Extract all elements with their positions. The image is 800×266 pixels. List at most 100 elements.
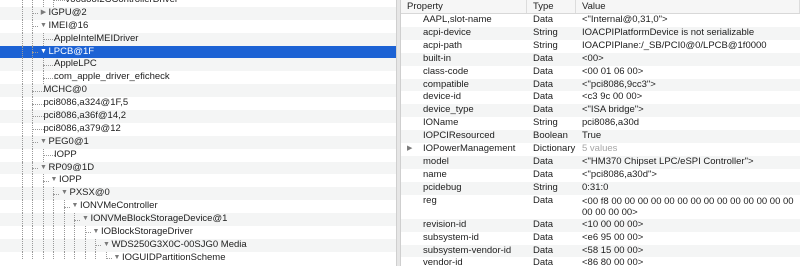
tree-row[interactable]: com_apple_driver_eficheck [0, 71, 396, 85]
column-header-type[interactable]: Type [527, 0, 576, 13]
tree-row[interactable]: ▼ RP09@1D [0, 162, 396, 175]
tree-row[interactable]: MCHC@0 [0, 84, 396, 98]
tree-guide-line [32, 174, 33, 188]
property-type-cell: String [533, 181, 558, 193]
property-row[interactable]: name Data <"pci8086,a30d"> [401, 169, 800, 182]
disclosure-collapsed-icon[interactable]: ▶ [407, 143, 412, 156]
column-header-property[interactable]: Property [401, 0, 527, 13]
tree-elbow-line [42, 155, 55, 157]
tree-row-selected[interactable]: ▼ LPCB@1F [0, 46, 396, 59]
tree-row[interactable]: ▼ IOGUIDPartitionScheme [0, 252, 396, 260]
tree-guide-line [32, 0, 33, 7]
tree-guide-line [63, 200, 65, 214]
property-value-cell[interactable]: <"pci8086,9cc3"> [576, 79, 800, 92]
property-row[interactable]: acpi-path String IOACPIPlane:/_SB/PCI0@0/L… [401, 40, 800, 53]
property-value-cell[interactable]: <00 f8 00 00 00 00 00 00 00 00 00 00 00 … [576, 195, 800, 219]
property-value-cell[interactable]: 5 values [576, 143, 800, 156]
disclosure-expanded-icon[interactable]: ▼ [40, 20, 48, 33]
tree-row[interactable]: ▼ IMEI@16 [0, 20, 396, 33]
tree-row[interactable]: ▶ IGPU@2 [0, 7, 396, 20]
tree-row[interactable]: ▼ IONVMeController [0, 200, 396, 214]
property-row[interactable]: acpi-device String IOACPIPlatformDevice is… [401, 26, 800, 40]
tree-row[interactable]: VoodooI2CControllerDriver [0, 0, 396, 7]
property-value-cell[interactable]: <c3 9c 00 00> [576, 91, 800, 104]
tree-elbow-line [53, 193, 59, 195]
property-value-cell[interactable]: <"ISA bridge"> [576, 104, 800, 117]
property-name-cell: IOName [401, 117, 527, 130]
property-row[interactable]: device_type Data <"ISA bridge"> [401, 104, 800, 118]
disclosure-collapsed-icon[interactable]: ▶ [40, 7, 48, 20]
tree-guide-line [21, 161, 23, 175]
disclosure-expanded-icon[interactable]: ▼ [92, 226, 100, 239]
tree-elbow-line [32, 52, 38, 53]
tree-row[interactable]: AppleLPC [0, 58, 396, 72]
property-value-cell[interactable]: IOACPIPlane:/_SB/PCI0@0/LPCB@1f0000 [576, 40, 800, 53]
property-type-cell: Data [533, 218, 554, 230]
tree-guide-line [32, 84, 33, 98]
disclosure-expanded-icon[interactable]: ▼ [61, 187, 69, 200]
tree-row[interactable]: ▼ IONVMeBlockStorageDevice@1 [0, 213, 396, 227]
ioreg-explorer-window: VoodooI2CControllerDriver▶IGPU@2▼IMEI@16… [0, 0, 800, 266]
property-value-cell[interactable]: <58 15 00 00> [576, 245, 800, 258]
tree-row[interactable]: ▼ PXSX@0 [0, 187, 396, 201]
property-value-cell[interactable]: <"HM370 Chipset LPC/eSPI Controller"> [576, 156, 800, 169]
tree-node-label: IONVMeBlockStorageDevice@1 [90, 213, 228, 225]
tree-elbow-line [32, 103, 44, 105]
property-value-cell[interactable]: <"Internal@0,31,0"> [576, 14, 800, 27]
disclosure-expanded-icon[interactable]: ▼ [40, 136, 48, 149]
tree-node-label: MCHC@0 [43, 84, 87, 96]
tree-row[interactable]: pci8086,a324@1F,5 [0, 97, 396, 111]
column-header-value[interactable]: Value [576, 0, 800, 13]
disclosure-expanded-icon[interactable]: ▼ [82, 213, 90, 226]
tree-node-label: AppleIntelMEIDriver [54, 32, 139, 44]
tree-guide-line [53, 213, 54, 227]
property-row[interactable]: AAPL,slot-name Data <"Internal@0,31,0"> [401, 14, 800, 27]
property-row[interactable]: IOName String pci8086,a30d [401, 117, 800, 130]
property-value-cell[interactable]: IOACPIPlatformDevice is not serializable [576, 27, 800, 40]
property-row[interactable]: ▶ IOPowerManagement Dictionary 5 values [401, 143, 800, 156]
tree-row[interactable]: AppleIntelMEIDriver [0, 33, 396, 46]
property-value-cell[interactable]: <e6 95 00 00> [576, 232, 800, 245]
property-value-cell[interactable]: 0:31:0 [576, 182, 800, 195]
property-row[interactable]: revision-id Data <10 00 00 00> [401, 218, 800, 232]
property-value-cell[interactable]: <00> [576, 53, 800, 66]
disclosure-expanded-icon[interactable]: ▼ [40, 162, 48, 175]
tree-row[interactable]: ▼ WDS250G3X0C-00SJG0 Media [0, 239, 396, 252]
disclosure-expanded-icon[interactable]: ▼ [71, 200, 79, 213]
disclosure-expanded-icon[interactable]: ▼ [40, 46, 48, 59]
property-value-cell[interactable]: <"pci8086,a30d"> [576, 169, 800, 182]
property-row[interactable]: pcidebug String 0:31:0 [401, 181, 800, 195]
tree-guide-line [42, 238, 44, 252]
property-row[interactable]: subsystem-vendor-id Data <58 15 00 00> [401, 244, 800, 258]
property-row[interactable]: IOPCIResourced Boolean True [401, 130, 800, 144]
property-row[interactable]: built-in Data <00> [401, 52, 800, 66]
tree-row[interactable]: pci8086,a379@12 [0, 123, 396, 136]
property-value-cell[interactable]: pci8086,a30d [576, 117, 800, 130]
disclosure-expanded-icon[interactable]: ▼ [103, 239, 111, 252]
property-value-cell[interactable]: <86 80 00 00> [576, 257, 800, 266]
property-row[interactable]: class-code Data <00 01 06 00> [401, 66, 800, 79]
tree-row[interactable]: pci8086,a36f@14,2 [0, 110, 396, 123]
property-type-cell: String [533, 117, 558, 129]
property-row[interactable]: vendor-id Data <86 80 00 00> [401, 257, 800, 266]
disclosure-expanded-icon[interactable]: ▼ [50, 174, 58, 187]
tree-row[interactable]: ▼ IOPP [0, 174, 396, 188]
property-value-cell[interactable]: True [576, 130, 800, 143]
property-row[interactable]: model Data <"HM370 Chipset LPC/eSPI Contro… [401, 155, 800, 169]
property-row[interactable]: compatible Data <"pci8086,9cc3"> [401, 78, 800, 92]
property-row[interactable]: subsystem-id Data <e6 95 00 00> [401, 232, 800, 245]
disclosure-expanded-icon[interactable]: ▼ [113, 252, 121, 260]
tree-node-label: pci8086,a36f@14,2 [43, 110, 127, 121]
tree-row[interactable]: ▼ IOBlockStorageDriver [0, 226, 396, 239]
property-row[interactable]: device-id Data <c3 9c 00 00> [401, 91, 800, 104]
tree-elbow-line [74, 219, 80, 221]
device-tree[interactable]: VoodooI2CControllerDriver▶IGPU@2▼IMEI@16… [0, 0, 396, 260]
property-row[interactable]: reg Data <00 f8 00 00 00 00 00 00 00 00 00… [401, 195, 800, 219]
tree-guide-line [63, 251, 65, 260]
property-type-cell: Data [533, 104, 554, 116]
property-value-cell[interactable]: <00 01 06 00> [576, 66, 800, 79]
tree-node-label: IOGUIDPartitionScheme [122, 251, 226, 260]
tree-row[interactable]: ▼ PEG0@1 [0, 136, 396, 149]
property-value-cell[interactable]: <10 00 00 00> [576, 219, 800, 232]
tree-row[interactable]: IOPP [0, 149, 396, 162]
